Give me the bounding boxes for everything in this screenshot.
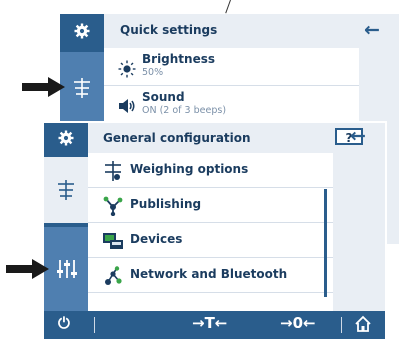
leader-line — [225, 0, 231, 14]
general-configuration-list: Weighing options Publishing Devices Netw… — [88, 153, 333, 311]
network-bluetooth-icon — [102, 266, 124, 285]
list-item-weighing-options[interactable]: Weighing options — [88, 153, 333, 188]
list-item-publishing[interactable]: Publishing — [88, 188, 333, 223]
sound-label: Sound — [142, 90, 185, 104]
quick-settings-tab[interactable] — [44, 157, 88, 223]
power-button[interactable]: ⏻ — [58, 316, 70, 331]
list-item-brightness[interactable]: Brightness 50% — [104, 48, 359, 86]
home-button[interactable] — [354, 315, 372, 336]
right-panel — [333, 153, 385, 311]
general-configuration-screen: General configuration ? ← Weighing optio… — [44, 123, 385, 339]
back-arrow-icon[interactable]: ← — [350, 127, 366, 146]
publishing-icon — [102, 196, 124, 217]
settings-gear-tab[interactable] — [44, 123, 88, 153]
list-item-network-bluetooth[interactable]: Network and Bluetooth — [88, 258, 333, 293]
list-item-devices[interactable]: Devices — [88, 223, 333, 258]
sound-icon — [118, 98, 138, 114]
network-bluetooth-label: Network and Bluetooth — [130, 267, 288, 281]
devices-label: Devices — [130, 232, 183, 246]
page-title: Quick settings — [120, 23, 218, 37]
divider — [94, 317, 95, 333]
tare-button[interactable]: →T← — [192, 316, 227, 331]
general-configuration-header: General configuration ? ← — [88, 123, 385, 153]
settings-gear-tab[interactable] — [60, 14, 104, 48]
sliders-icon — [57, 260, 77, 278]
back-arrow-icon[interactable]: ← — [364, 21, 380, 40]
weighing-options-icon — [102, 161, 124, 181]
callout-arrow-icon — [22, 77, 65, 97]
brightness-label: Brightness — [142, 52, 216, 66]
publishing-label: Publishing — [130, 197, 202, 211]
balance-icon — [74, 78, 90, 98]
scrollbar[interactable] — [324, 189, 327, 297]
quick-settings-header: Quick settings ← — [104, 14, 399, 48]
zero-button[interactable]: →0← — [280, 316, 316, 331]
bottom-bar: ⏻ →T← →0← — [44, 311, 385, 339]
brightness-icon — [118, 60, 138, 78]
quick-settings-tab[interactable] — [60, 52, 104, 124]
gear-icon — [58, 130, 74, 146]
divider — [341, 317, 342, 333]
sound-value: ON (2 of 3 beeps) — [142, 105, 227, 116]
brightness-value: 50% — [142, 67, 164, 78]
home-icon — [355, 315, 371, 332]
list-item-sound[interactable]: Sound ON (2 of 3 beeps) — [104, 86, 359, 124]
callout-arrow-icon — [6, 259, 49, 279]
balance-icon — [58, 180, 74, 200]
devices-icon — [102, 231, 124, 249]
general-configuration-tab[interactable] — [44, 227, 88, 311]
gear-icon — [74, 23, 90, 39]
page-title: General configuration — [103, 131, 251, 145]
weighing-options-label: Weighing options — [130, 162, 249, 176]
